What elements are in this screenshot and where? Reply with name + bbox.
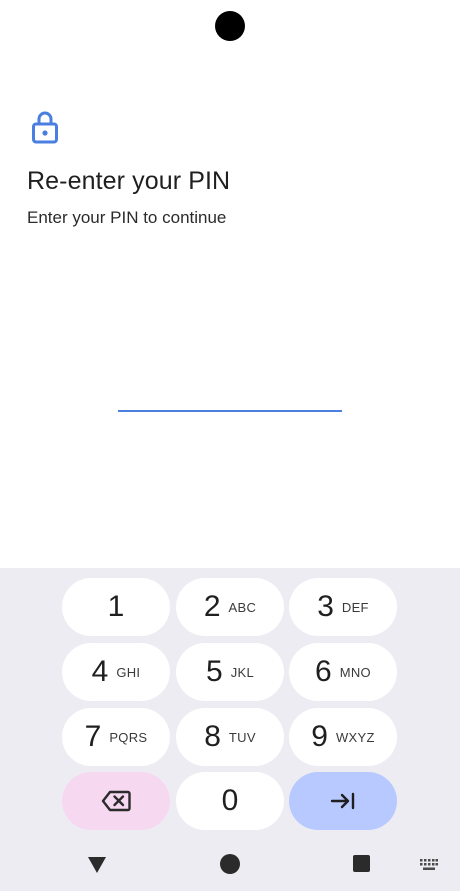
pin-input[interactable] bbox=[118, 370, 342, 412]
key-1[interactable]: 1 bbox=[62, 578, 170, 636]
keyboard-icon[interactable] bbox=[420, 859, 438, 871]
key-digit: 1 bbox=[107, 590, 125, 623]
key-digit: 6 bbox=[315, 655, 332, 688]
key-digit: 3 bbox=[317, 590, 334, 623]
key-letters: DEF bbox=[341, 599, 369, 615]
navigation-bar bbox=[0, 840, 460, 891]
page-title: Re-enter your PIN bbox=[27, 167, 231, 195]
key-6[interactable]: 6 MNO bbox=[289, 643, 397, 701]
delete-key[interactable] bbox=[62, 772, 170, 830]
key-digit: 4 bbox=[91, 655, 109, 688]
key-letters: GHI bbox=[116, 664, 141, 680]
lock-icon bbox=[32, 111, 58, 144]
back-triangle-icon[interactable] bbox=[87, 856, 107, 874]
key-letters: TUV bbox=[228, 729, 256, 745]
key-letters: PQRS bbox=[109, 729, 148, 745]
key-letters: ABC bbox=[228, 599, 257, 615]
key-letters: WXYZ bbox=[335, 729, 375, 745]
key-2[interactable]: 2 ABC bbox=[176, 578, 284, 636]
key-0[interactable]: 0 bbox=[176, 772, 284, 830]
key-8[interactable]: 8 TUV bbox=[176, 708, 284, 766]
key-letters: MNO bbox=[339, 664, 371, 680]
key-digit: 5 bbox=[206, 655, 223, 688]
key-digit: 7 bbox=[84, 720, 102, 753]
camera-cutout bbox=[215, 11, 245, 41]
key-digit: 0 bbox=[221, 784, 239, 817]
key-digit: 8 bbox=[204, 720, 221, 753]
screen: Re-enter your PIN Enter your PIN to cont… bbox=[0, 0, 460, 891]
tab-arrow-icon bbox=[330, 792, 355, 810]
backspace-icon bbox=[101, 790, 131, 812]
key-4[interactable]: 4 GHI bbox=[62, 643, 170, 701]
key-5[interactable]: 5 JKL bbox=[176, 643, 284, 701]
key-7[interactable]: 7 PQRS bbox=[62, 708, 170, 766]
home-circle-icon[interactable] bbox=[220, 854, 240, 874]
key-3[interactable]: 3 DEF bbox=[289, 578, 397, 636]
key-digit: 2 bbox=[203, 590, 221, 623]
key-letters: JKL bbox=[230, 664, 254, 680]
key-digit: 9 bbox=[311, 720, 328, 753]
key-9[interactable]: 9 WXYZ bbox=[289, 708, 397, 766]
page-subtitle: Enter your PIN to continue bbox=[27, 208, 227, 227]
recents-square-icon[interactable] bbox=[353, 855, 370, 872]
enter-key[interactable] bbox=[289, 772, 397, 830]
